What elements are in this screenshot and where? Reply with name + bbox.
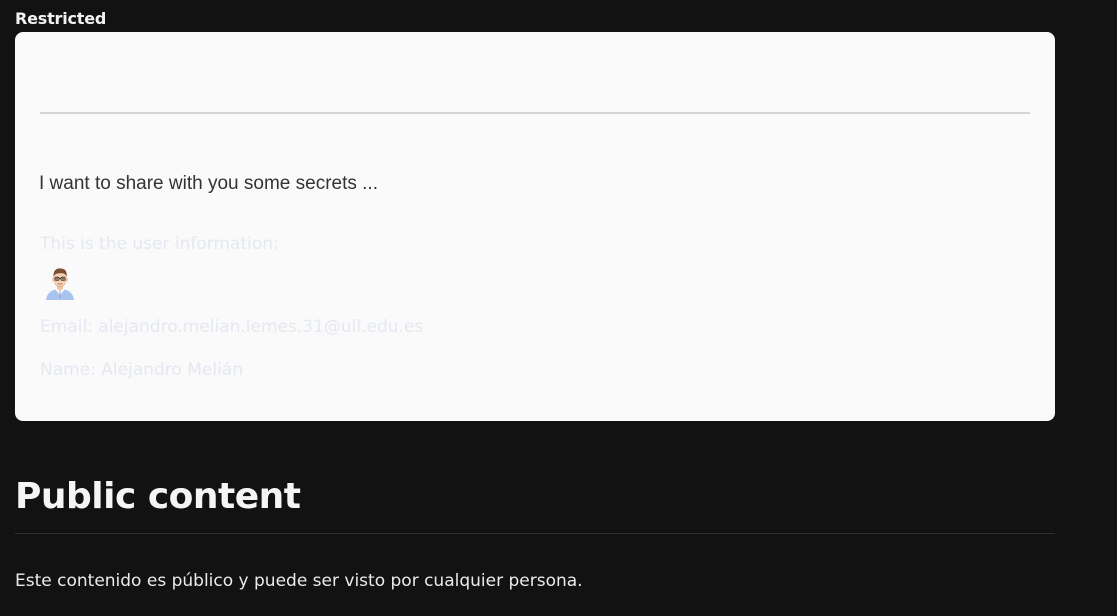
public-divider bbox=[15, 533, 1055, 534]
public-content-text: Este contenido es público y puede ser vi… bbox=[15, 571, 583, 591]
public-content-heading: Public content bbox=[15, 476, 301, 517]
restricted-label: Restricted bbox=[15, 9, 107, 28]
user-email: Email: alejandro.melian.lemes.31@ull.edu… bbox=[40, 317, 424, 337]
restricted-card: I want to share with you some secrets ..… bbox=[15, 32, 1055, 421]
user-avatar-icon bbox=[43, 266, 77, 300]
card-divider bbox=[40, 112, 1030, 114]
share-text: I want to share with you some secrets ..… bbox=[39, 173, 378, 194]
user-name: Name: Alejandro Melián bbox=[40, 360, 243, 380]
page: Restricted I want to share with you some… bbox=[0, 0, 1117, 616]
user-info-title: This is the user information: bbox=[40, 234, 279, 254]
